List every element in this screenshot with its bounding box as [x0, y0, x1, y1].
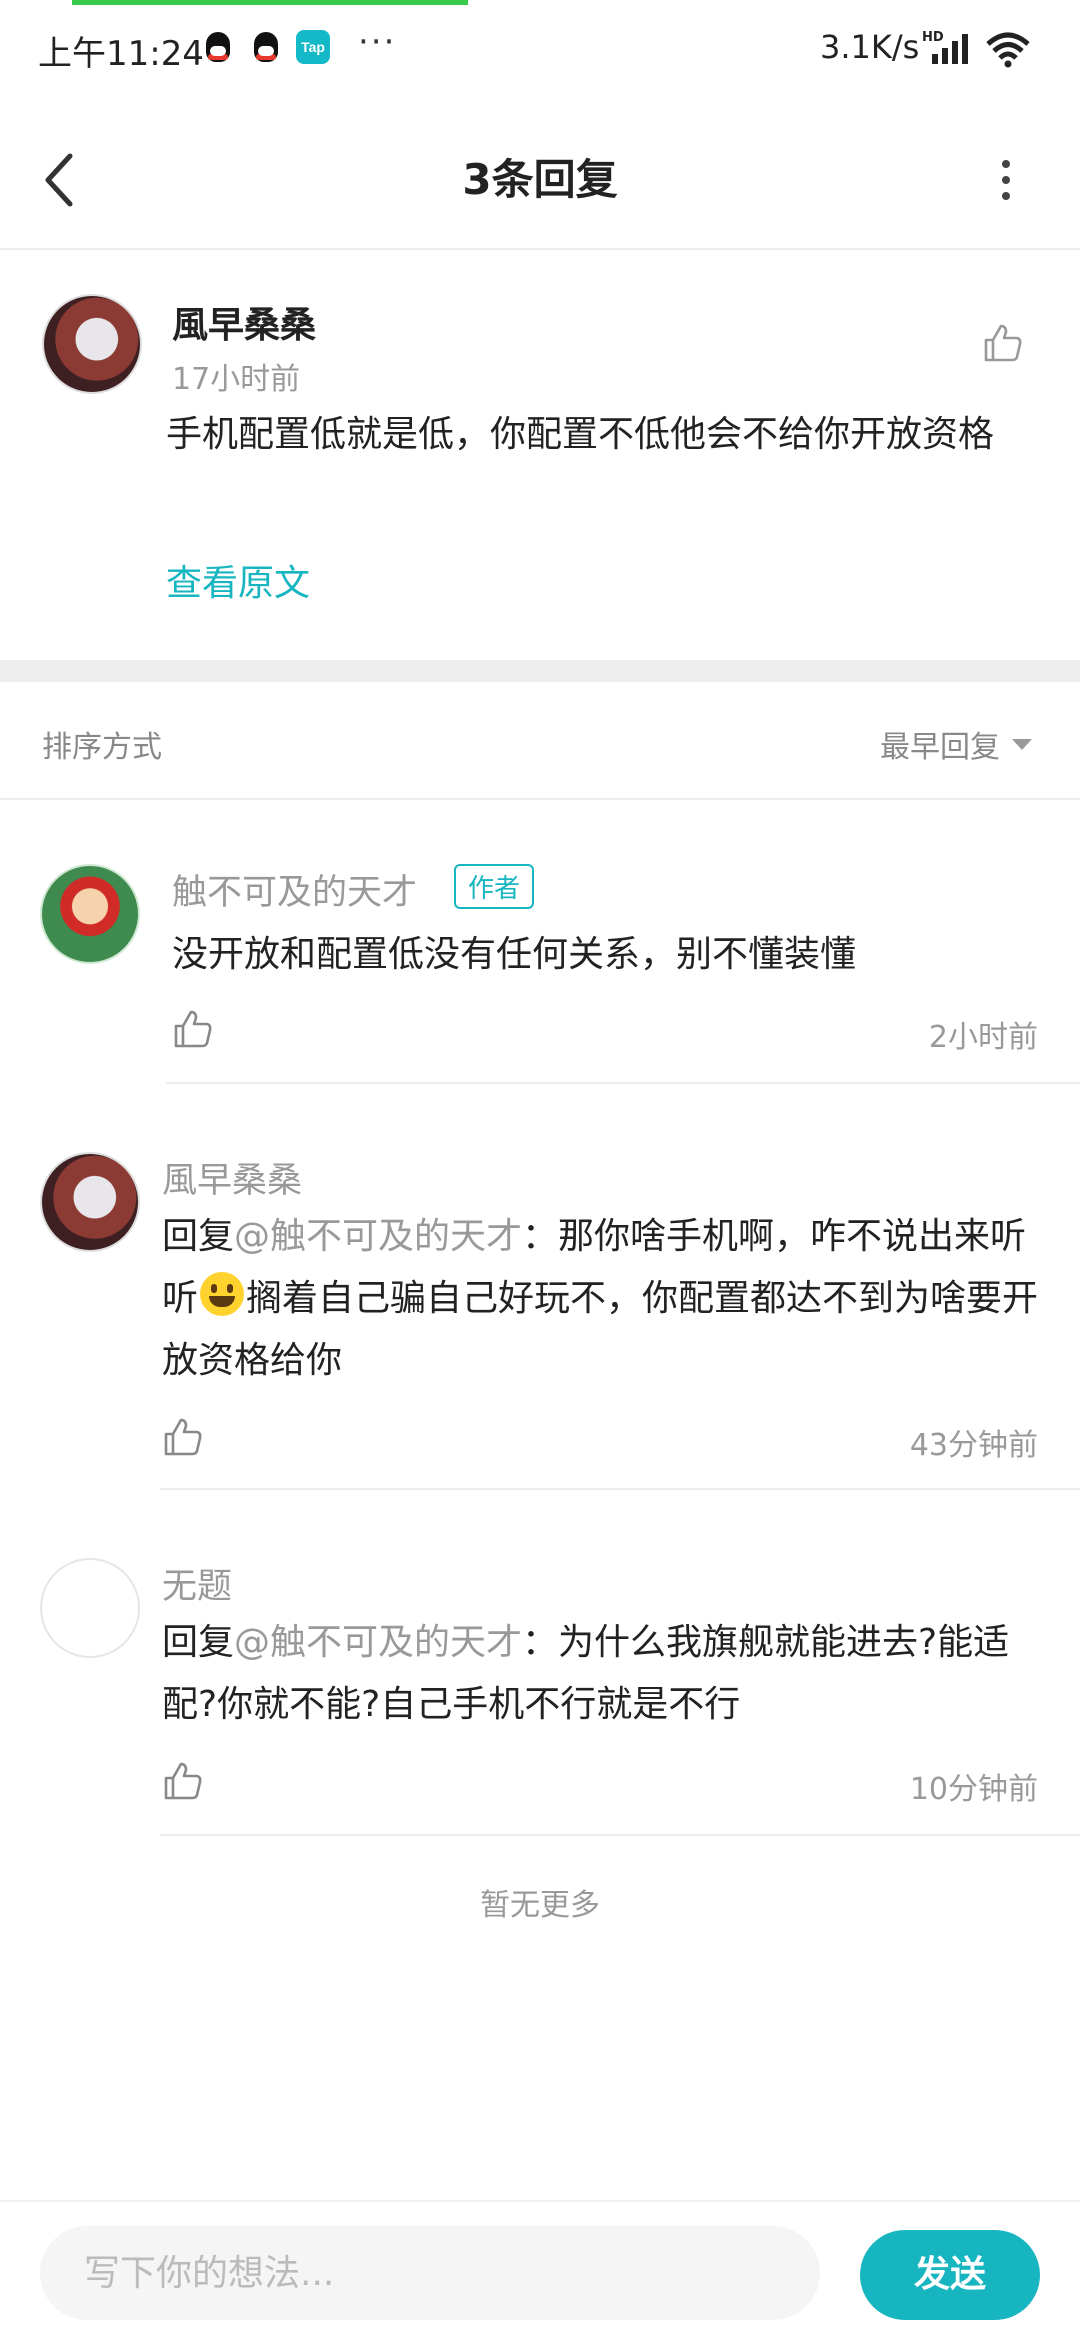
- reply-item: 无题 回复@触不可及的天才：为什么我旗舰就能进去?能适配?你就不能?自己手机不行…: [0, 1558, 1080, 1838]
- avatar[interactable]: [40, 1152, 140, 1252]
- reply-prefix: 回复: [162, 1216, 235, 1257]
- reply-content: 回复@触不可及的天才：那你啥手机啊，咋不说出来听听 搁着自己骗自己好玩不，你配置都…: [162, 1206, 1042, 1392]
- no-more-text: 暂无更多: [480, 1888, 600, 1923]
- status-bar: 上午11:24 Tap ··· 3.1K/s HD: [0, 0, 1080, 96]
- reply-time: 2小时前: [928, 1020, 1038, 1055]
- avatar[interactable]: [40, 1558, 140, 1658]
- status-time: 上午11:24: [38, 34, 204, 74]
- network-speed: 3.1K/s: [820, 28, 920, 66]
- reply-author[interactable]: 風早桑桑: [162, 1152, 302, 1203]
- sort-bar: 排序方式 最早回复: [0, 682, 1080, 800]
- comment-author[interactable]: 風早桑桑: [172, 296, 316, 348]
- thumbs-up-icon[interactable]: [162, 1416, 204, 1458]
- avatar[interactable]: [42, 294, 142, 394]
- divider: [166, 1082, 1080, 1084]
- comment-input[interactable]: [40, 2226, 820, 2320]
- grinning-face-icon: [200, 1272, 245, 1316]
- send-button[interactable]: 发送: [860, 2230, 1040, 2320]
- caret-down-icon: [1012, 738, 1032, 750]
- mention-link[interactable]: @触不可及的天才: [234, 1622, 522, 1663]
- wifi-icon: [986, 32, 1030, 68]
- view-original-link[interactable]: 查看原文: [166, 554, 310, 606]
- reply-item: 触不可及的天才 作者 没开放和配置低没有任何关系，别不懂装懂 2小时前: [0, 864, 1080, 1084]
- comment-time: 17小时前: [172, 362, 301, 397]
- divider: [160, 1834, 1080, 1836]
- reply-time: 43分钟前: [909, 1428, 1038, 1463]
- header: 3条回复: [0, 110, 1080, 250]
- reply-time: 10分钟前: [909, 1772, 1038, 1807]
- avatar[interactable]: [40, 864, 140, 964]
- sort-selected-value: 最早回复: [880, 730, 1000, 765]
- taptap-icon: Tap: [296, 30, 330, 64]
- reply-content: 回复@触不可及的天才：为什么我旗舰就能进去?能适配?你就不能?自己手机不行就是不…: [162, 1612, 1042, 1736]
- author-badge: 作者: [454, 864, 535, 909]
- sort-dropdown[interactable]: 最早回复: [880, 722, 1032, 766]
- qq-icon: [206, 32, 230, 62]
- reply-content: 没开放和配置低没有任何关系，别不懂装懂: [172, 934, 857, 975]
- thumbs-up-icon[interactable]: [982, 322, 1024, 364]
- divider: [160, 1488, 1080, 1490]
- reply-prefix: 回复: [162, 1622, 235, 1663]
- more-options-icon[interactable]: [996, 156, 1016, 204]
- thumbs-up-icon[interactable]: [162, 1760, 204, 1802]
- reply-author[interactable]: 无题: [162, 1558, 232, 1609]
- comment-content: 手机配置低就是低，你配置不低他会不给你开放资格: [166, 414, 995, 455]
- qq-icon: [254, 32, 278, 62]
- original-comment: 風早桑桑 17小时前 手机配置低就是低，你配置不低他会不给你开放资格 查看原文: [0, 252, 1080, 660]
- thumbs-up-icon[interactable]: [172, 1008, 214, 1050]
- more-notifications-icon: ···: [358, 22, 397, 62]
- page-title: 3条回复: [462, 155, 618, 204]
- section-divider: [0, 660, 1080, 682]
- reply-author[interactable]: 触不可及的天才: [172, 864, 417, 915]
- mention-link[interactable]: @触不可及的天才: [234, 1216, 522, 1257]
- bottom-input-bar: 发送: [0, 2200, 1080, 2340]
- signal-icon: [932, 34, 968, 64]
- reply-text: 搁着自己骗自己好玩不，你配置都达不到为啥要开放资格给你: [162, 1278, 1039, 1381]
- sort-label: 排序方式: [42, 730, 162, 765]
- reply-item: 風早桑桑 回复@触不可及的天才：那你啥手机啊，咋不说出来听听 搁着自己骗自己好玩不…: [0, 1152, 1080, 1492]
